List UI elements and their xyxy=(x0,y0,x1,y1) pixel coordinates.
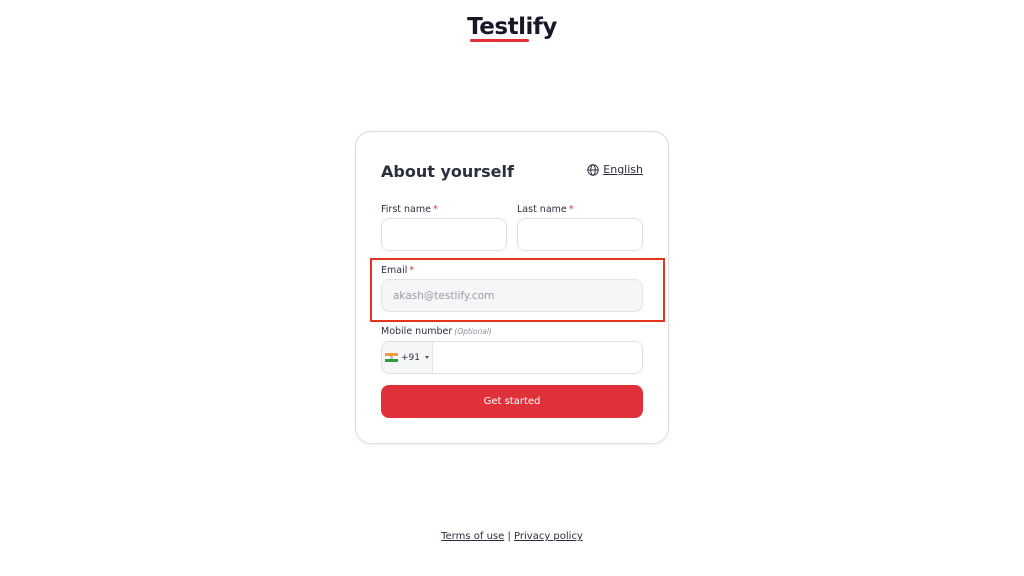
page-title: About yourself xyxy=(381,162,514,181)
mobile-number-label-text: Mobile number xyxy=(381,326,453,337)
required-mark: * xyxy=(432,204,438,215)
required-mark: * xyxy=(568,204,574,215)
get-started-button[interactable]: Get started xyxy=(381,385,643,418)
first-name-label: First name * xyxy=(381,204,438,215)
footer-separator: | xyxy=(507,531,511,542)
mobile-number-label: Mobile number (Optional) xyxy=(381,326,492,337)
last-name-label-text: Last name xyxy=(517,204,567,215)
globe-icon xyxy=(587,163,599,176)
mobile-number-input[interactable] xyxy=(433,342,642,373)
chevron-down-icon xyxy=(425,356,429,359)
footer-links: Terms of use | Privacy policy xyxy=(0,531,1024,542)
privacy-policy-link[interactable]: Privacy policy xyxy=(514,531,583,542)
terms-of-use-link[interactable]: Terms of use xyxy=(441,531,504,542)
brand-logo: Testlify xyxy=(0,14,1024,42)
language-label: English xyxy=(603,163,643,176)
email-label-text: Email xyxy=(381,265,408,276)
last-name-input[interactable] xyxy=(517,218,643,251)
last-name-label: Last name * xyxy=(517,204,574,215)
country-code-dropdown[interactable]: +91 xyxy=(382,342,433,373)
brand-name: Testlify xyxy=(467,14,557,42)
email-field[interactable] xyxy=(381,279,643,312)
india-flag-icon xyxy=(385,353,398,362)
mobile-number-field: +91 xyxy=(381,341,643,374)
required-mark: * xyxy=(409,265,415,276)
first-name-input[interactable] xyxy=(381,218,507,251)
about-yourself-card: About yourself English First name * Last … xyxy=(355,131,669,444)
email-label: Email * xyxy=(381,265,414,276)
logo-underline xyxy=(470,39,529,42)
first-name-label-text: First name xyxy=(381,204,431,215)
optional-note: (Optional) xyxy=(454,327,492,336)
country-code: +91 xyxy=(401,352,420,363)
language-selector[interactable]: English xyxy=(587,163,643,176)
